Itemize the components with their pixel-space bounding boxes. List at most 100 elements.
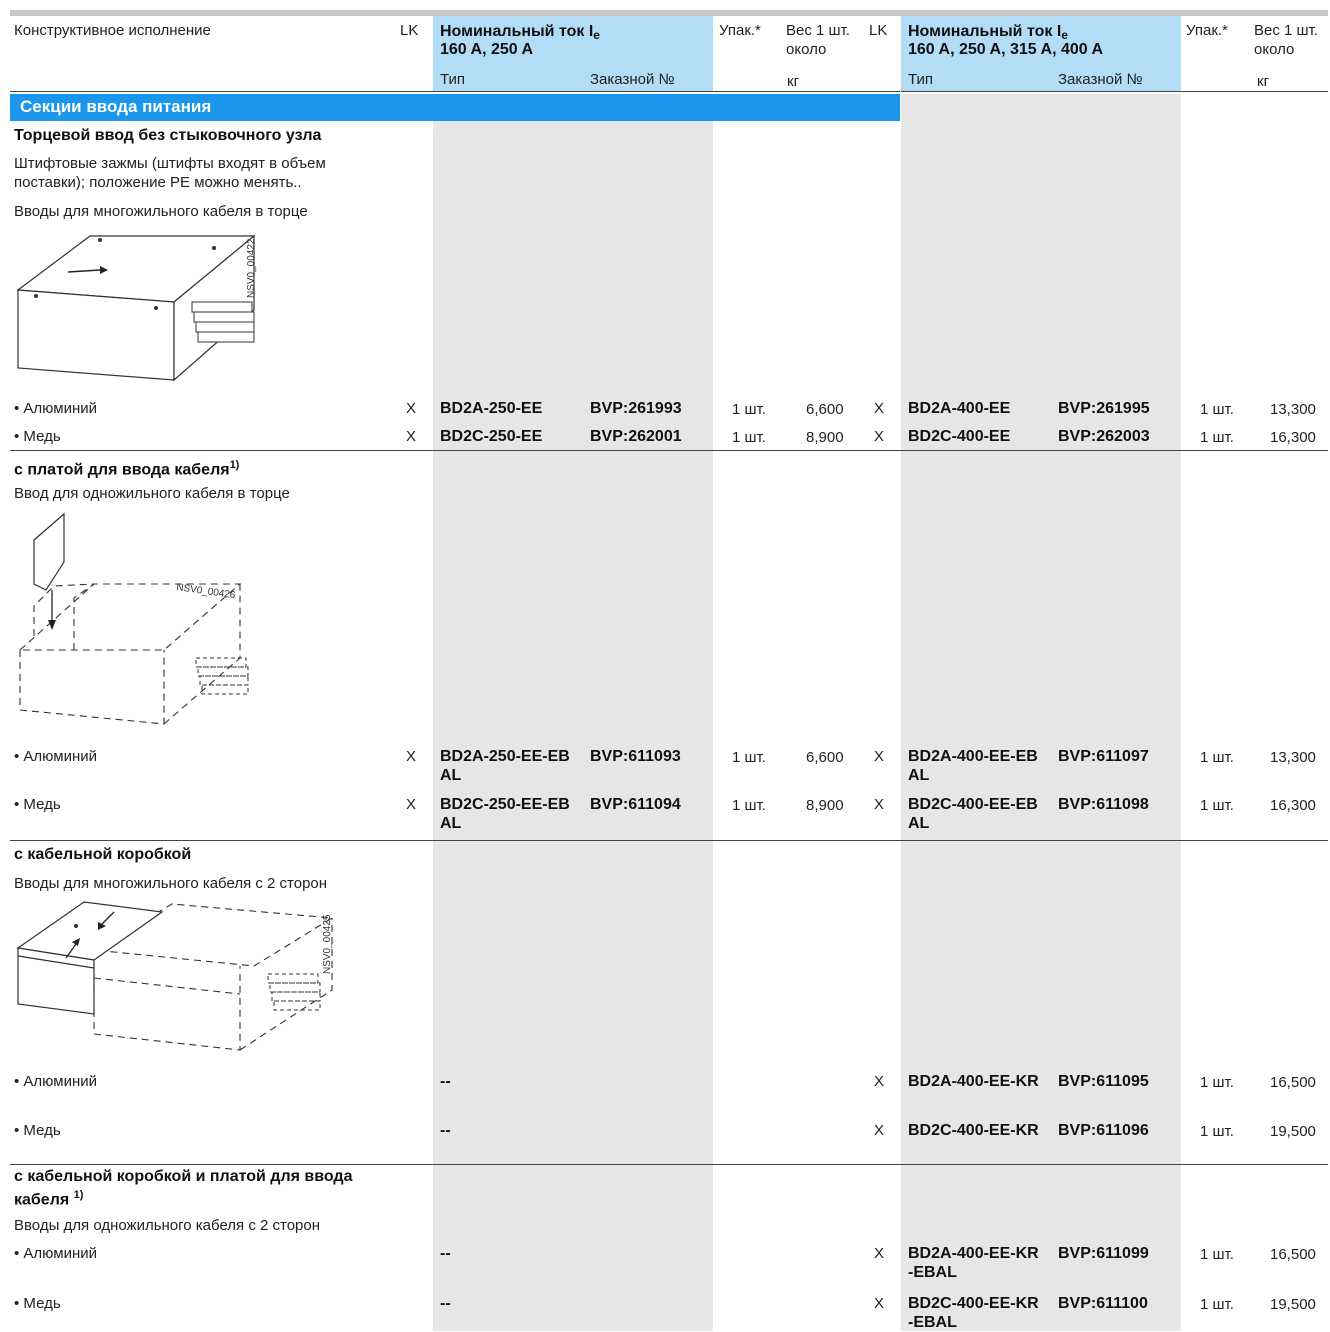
weight-header-right-2: около (1254, 41, 1295, 58)
lk-header-right: LK (869, 22, 888, 39)
lk-mark: X (874, 428, 885, 445)
pack-right: 1 шт. (1200, 1074, 1234, 1091)
lk-mark: X (406, 748, 417, 765)
illustration-code: NSV0_00425 (322, 914, 333, 974)
weight-right: 16,500 (1270, 1246, 1316, 1263)
pack-right: 1 шт. (1200, 749, 1234, 766)
type-right: BD2A-400-EE-KR-EBAL (908, 1245, 1039, 1281)
type-left-empty: -- (440, 1245, 451, 1262)
weight-right: 16,300 (1270, 429, 1316, 446)
right-current-values: 160 A, 250 A, 315 A, 400 A (908, 41, 1104, 58)
cable-plate-illustration: NSV0_00426 (18, 512, 249, 725)
group-description: Вводы для многожильного кабеля в торце (14, 203, 308, 220)
order-right: BVP:611095 (1058, 1073, 1149, 1090)
order-right: BVP:611099 (1058, 1245, 1149, 1262)
pack-left: 1 шт. (732, 429, 766, 446)
header-rule-left (10, 91, 900, 92)
type-left: BD2C-250-EE-EBAL (440, 796, 570, 832)
type-right: BD2A-400-EE-KR (908, 1073, 1039, 1090)
pack-header-right: Упак.* (1186, 22, 1228, 39)
weight-right: 19,500 (1270, 1296, 1316, 1313)
weight-left: 6,600 (806, 401, 844, 418)
weight-right: 13,300 (1270, 401, 1316, 418)
group-description: Ввод для одножильного кабеля в торце (14, 485, 290, 502)
kg-header-right: кг (1257, 73, 1270, 90)
type-left: BD2C-250-EE (440, 428, 543, 445)
order-left: BVP:261993 (590, 400, 682, 417)
weight-header-left-2: около (786, 41, 827, 58)
group-title: с платой для ввода кабеля1) (14, 459, 240, 479)
lk-mark: X (874, 1245, 885, 1262)
pack-right: 1 шт. (1200, 401, 1234, 418)
type-header-left: Тип (440, 71, 466, 88)
weight-right: 16,300 (1270, 797, 1316, 814)
group-title: Торцевой ввод без стыковочного узла (14, 127, 322, 144)
row-label: • Медь (14, 796, 61, 813)
pack-right: 1 шт. (1200, 797, 1234, 814)
lk-mark: X (874, 1073, 885, 1090)
row-label: • Медь (14, 1295, 61, 1312)
group-description: Вводы для одножильного кабеля с 2 сторон (14, 1217, 321, 1234)
group-title: с кабельной коробкой (14, 846, 192, 863)
order-right: BVP:611096 (1058, 1122, 1149, 1139)
row-label: • Медь (14, 1122, 61, 1139)
order-header-left: Заказной № (590, 71, 675, 88)
lk-mark: X (874, 1295, 885, 1312)
row-label: • Алюминий (14, 1245, 97, 1262)
type-left: BD2A-250-EE-EBAL (440, 748, 570, 784)
left-current-values: 160 A, 250 A (440, 41, 534, 58)
header-rule-right (901, 91, 1328, 92)
type-left-empty: -- (440, 1073, 451, 1090)
left-type-column-shade (433, 121, 713, 1331)
end-feed-unit-illustration: NSV0_00422 (16, 234, 257, 382)
row-label: • Алюминий (14, 748, 97, 765)
order-right: BVP:611098 (1058, 796, 1149, 813)
illustration-code: NSV0_00422 (246, 238, 257, 298)
lk-mark: X (406, 428, 417, 445)
type-left: BD2A-250-EE (440, 400, 543, 417)
order-left: BVP:262001 (590, 428, 682, 445)
row-label: • Алюминий (14, 400, 97, 417)
lk-mark: X (874, 1122, 885, 1139)
group-divider (10, 1164, 1328, 1165)
pack-right: 1 шт. (1200, 1246, 1234, 1263)
lk-mark: X (874, 796, 885, 813)
weight-header-left-1: Вес 1 шт. (786, 22, 850, 39)
illustration-code: NSV0_00426 (176, 582, 237, 601)
lk-mark: X (406, 400, 417, 417)
type-right: BD2A-400-EE (908, 400, 1011, 417)
order-left: BVP:611093 (590, 748, 681, 765)
type-right: BD2C-400-EE-KR-EBAL (908, 1295, 1039, 1331)
lk-mark: X (406, 796, 417, 813)
row-label: • Медь (14, 428, 61, 445)
right-type-column-shade (901, 94, 1181, 1331)
design-header: Конструктивное исполнение (14, 22, 211, 39)
order-left: BVP:611094 (590, 796, 681, 813)
kg-header-left: кг (787, 73, 800, 90)
group-divider (10, 840, 1328, 841)
weight-left: 6,600 (806, 749, 844, 766)
weight-left: 8,900 (806, 429, 844, 446)
type-left-empty: -- (440, 1295, 451, 1312)
pack-header-left: Упак.* (719, 22, 761, 39)
row-label: • Алюминий (14, 1073, 97, 1090)
lk-mark: X (874, 400, 885, 417)
pack-left: 1 шт. (732, 797, 766, 814)
pack-right: 1 шт. (1200, 1123, 1234, 1140)
order-header-right: Заказной № (1058, 71, 1143, 88)
group-title: с кабельной коробкой и платой для ввода … (14, 1168, 353, 1209)
weight-header-right-1: Вес 1 шт. (1254, 22, 1318, 39)
cable-box-illustration: NSV0_00425 (16, 901, 334, 1051)
type-left-empty: -- (440, 1122, 451, 1139)
weight-left: 8,900 (806, 797, 844, 814)
weight-right: 13,300 (1270, 749, 1316, 766)
type-right: BD2C-400-EE-EBAL (908, 796, 1038, 832)
order-right: BVP:611100 (1058, 1295, 1148, 1312)
section-title-bar: Секции ввода питания (10, 94, 900, 121)
group-description: Штифтовые зажмы (штифты входят в объем п… (14, 155, 326, 191)
group-description: Вводы для многожильного кабеля с 2 сторо… (14, 875, 328, 892)
weight-right: 19,500 (1270, 1123, 1316, 1140)
pack-left: 1 шт. (732, 401, 766, 418)
group-divider (10, 450, 1328, 451)
type-right: BD2C-400-EE-KR (908, 1122, 1039, 1139)
